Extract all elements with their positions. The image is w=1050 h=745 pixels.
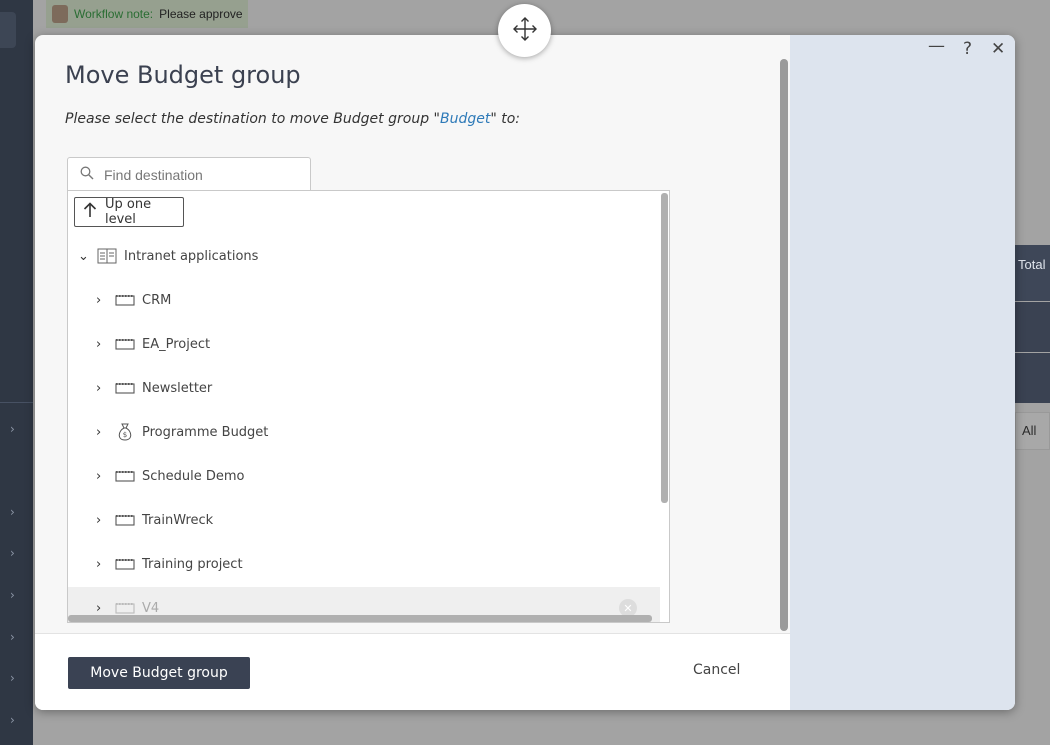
tree-node-label: Newsletter [142,380,213,396]
up-one-level-label: Up one level [105,197,152,227]
svg-text:$: $ [123,431,127,439]
budget-group-link[interactable]: Budget [440,111,490,127]
project-icon [114,291,136,309]
chevron-right-icon[interactable]: › [96,513,112,528]
destination-tree: Up one level ⌄ Intranet applications › C… [67,190,670,623]
subtitle-text-end: " to: [490,111,520,127]
tree-node-schedule-demo[interactable]: › Schedule Demo [96,463,245,489]
chevron-right-icon[interactable]: › [10,546,15,560]
tree-node-ea-project[interactable]: › EA_Project [96,331,210,357]
application-icon [96,247,118,265]
chevron-right-icon[interactable]: › [10,422,15,436]
dialog-title: Move Budget group [65,61,301,89]
chevron-right-icon[interactable]: › [10,630,15,644]
tree-node-label: V4 [142,600,160,616]
project-icon [114,335,136,353]
help-button[interactable]: ? [963,39,972,59]
tree-node-label: TrainWreck [142,512,214,528]
tree-vertical-scrollbar[interactable] [661,193,668,503]
tree-node-newsletter[interactable]: › Newsletter [96,375,212,401]
subtitle-text: Please select the destination to move Bu… [65,111,440,127]
tree-node-label: Intranet applications [124,248,259,264]
move-budget-group-button[interactable]: Move Budget group [68,657,250,689]
table-row [1015,302,1050,352]
project-icon [114,379,136,397]
money-bag-icon: $ [114,423,136,441]
tree-node-label: CRM [142,292,172,308]
dialog-subtitle: Please select the destination to move Bu… [65,111,520,127]
chevron-right-icon[interactable]: › [10,588,15,602]
chevron-right-icon[interactable]: › [96,293,112,308]
chevron-right-icon[interactable]: › [96,381,112,396]
tree-node-label: EA_Project [142,336,211,352]
workflow-note-text: Please approve [159,7,243,21]
tree-node-label: Programme Budget [142,424,269,440]
tree-node-programme-budget[interactable]: › $ Programme Budget [96,419,268,445]
project-icon [114,467,136,485]
tree-node-label: Training project [142,556,243,572]
move-handle[interactable] [498,4,551,57]
filter-all[interactable]: All [1022,423,1036,438]
chevron-right-icon[interactable]: › [10,671,15,685]
dialog-scrollbar[interactable] [780,59,788,631]
minimize-button[interactable]: — [928,36,945,56]
search-input[interactable] [102,165,296,184]
chevron-right-icon[interactable]: › [96,425,112,440]
tree-node-trainwreck[interactable]: › TrainWreck [96,507,213,533]
search-icon [80,165,94,184]
cancel-button[interactable]: Cancel [693,662,740,678]
workflow-note-label: Workflow note: [74,7,154,21]
tree-horizontal-scrollbar[interactable] [68,615,652,622]
dialog-side-panel [790,35,1015,710]
project-icon [114,511,136,529]
workflow-note: Workflow note: Please approve [46,0,248,28]
chevron-down-icon[interactable]: ⌄ [78,249,94,264]
column-header-total: Total [1018,257,1046,272]
project-icon [114,555,136,573]
nav-divider [0,402,33,403]
up-one-level-button[interactable]: Up one level [74,197,184,227]
avatar [52,5,68,23]
dialog-footer: Move Budget group Cancel [35,633,790,710]
table-row [1015,353,1050,403]
arrow-up-icon [83,202,97,222]
move-arrows-icon [512,16,538,46]
chevron-right-icon[interactable]: › [96,469,112,484]
chevron-right-icon[interactable]: › [96,601,112,616]
close-button[interactable]: ✕ [991,39,1005,59]
tree-node-training-project[interactable]: › Training project [96,551,243,577]
table-header [1015,245,1050,301]
move-dialog: — ? ✕ Move Budget group Please select th… [35,35,1015,710]
search-field[interactable] [67,157,311,191]
tree-node-label: Schedule Demo [142,468,245,484]
chevron-right-icon[interactable]: › [96,557,112,572]
tree-node-intranet-applications[interactable]: ⌄ Intranet applications [78,243,258,269]
chevron-right-icon[interactable]: › [10,505,15,519]
chevron-right-icon[interactable]: › [10,713,15,727]
left-navigation: › › › › › › › [0,0,33,745]
nav-tab[interactable] [0,12,16,48]
tree-node-crm[interactable]: › CRM [96,287,171,313]
chevron-right-icon[interactable]: › [96,337,112,352]
